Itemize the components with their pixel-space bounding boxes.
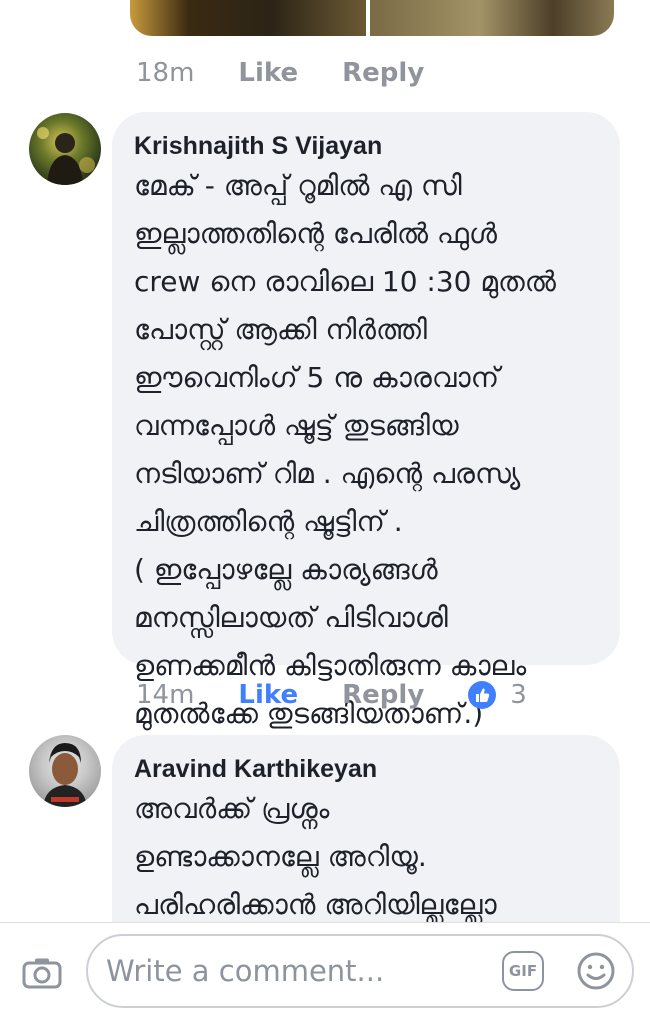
comment-author[interactable]: Krishnajith S Vijayan xyxy=(134,130,596,162)
comment-bubble[interactable]: Krishnajith S Vijayan മേക് - അപ്പ് റൂമിൽ… xyxy=(112,112,620,730)
reaction-count: 3 xyxy=(510,680,527,710)
comment-timestamp: 18m xyxy=(136,58,195,88)
reply-button[interactable]: Reply xyxy=(342,680,424,710)
like-button[interactable]: Like xyxy=(238,680,298,710)
emoji-icon[interactable] xyxy=(576,951,616,991)
comment-actions: 14m Like Reply 3 xyxy=(136,680,527,710)
reaction-summary[interactable]: 3 xyxy=(468,680,527,710)
comment-composer: Write a comment... GIF xyxy=(0,922,650,1019)
avatar-photo xyxy=(43,743,87,807)
thumbs-up-icon xyxy=(468,681,497,709)
photo-left xyxy=(130,0,366,36)
avatar[interactable] xyxy=(29,113,101,185)
avatar-photo xyxy=(37,127,95,185)
comment-author[interactable]: Aravind Karthikeyan xyxy=(134,753,596,785)
comment-text: മേക് - അപ്പ് റൂമിൽ എ സി ഇല്ലാത്തതിന്റെ പ… xyxy=(134,169,556,730)
reply-button[interactable]: Reply xyxy=(342,58,424,88)
comment-text: അവർക്ക് പ്രശ്നം ഉണ്ടാക്കാനല്ലേ അറിയൂ. പര… xyxy=(134,792,497,921)
gif-icon[interactable]: GIF xyxy=(502,951,544,991)
like-button[interactable]: Like xyxy=(238,58,298,88)
avatar[interactable] xyxy=(29,735,101,807)
shared-photo[interactable] xyxy=(130,0,614,36)
camera-icon[interactable] xyxy=(22,957,62,989)
comment-placeholder: Write a comment... xyxy=(106,954,385,988)
comment-timestamp: 14m xyxy=(136,680,195,710)
photo-right xyxy=(370,0,614,36)
comment-input[interactable]: Write a comment... GIF xyxy=(86,934,634,1008)
comment-actions: 18m Like Reply xyxy=(136,58,468,88)
